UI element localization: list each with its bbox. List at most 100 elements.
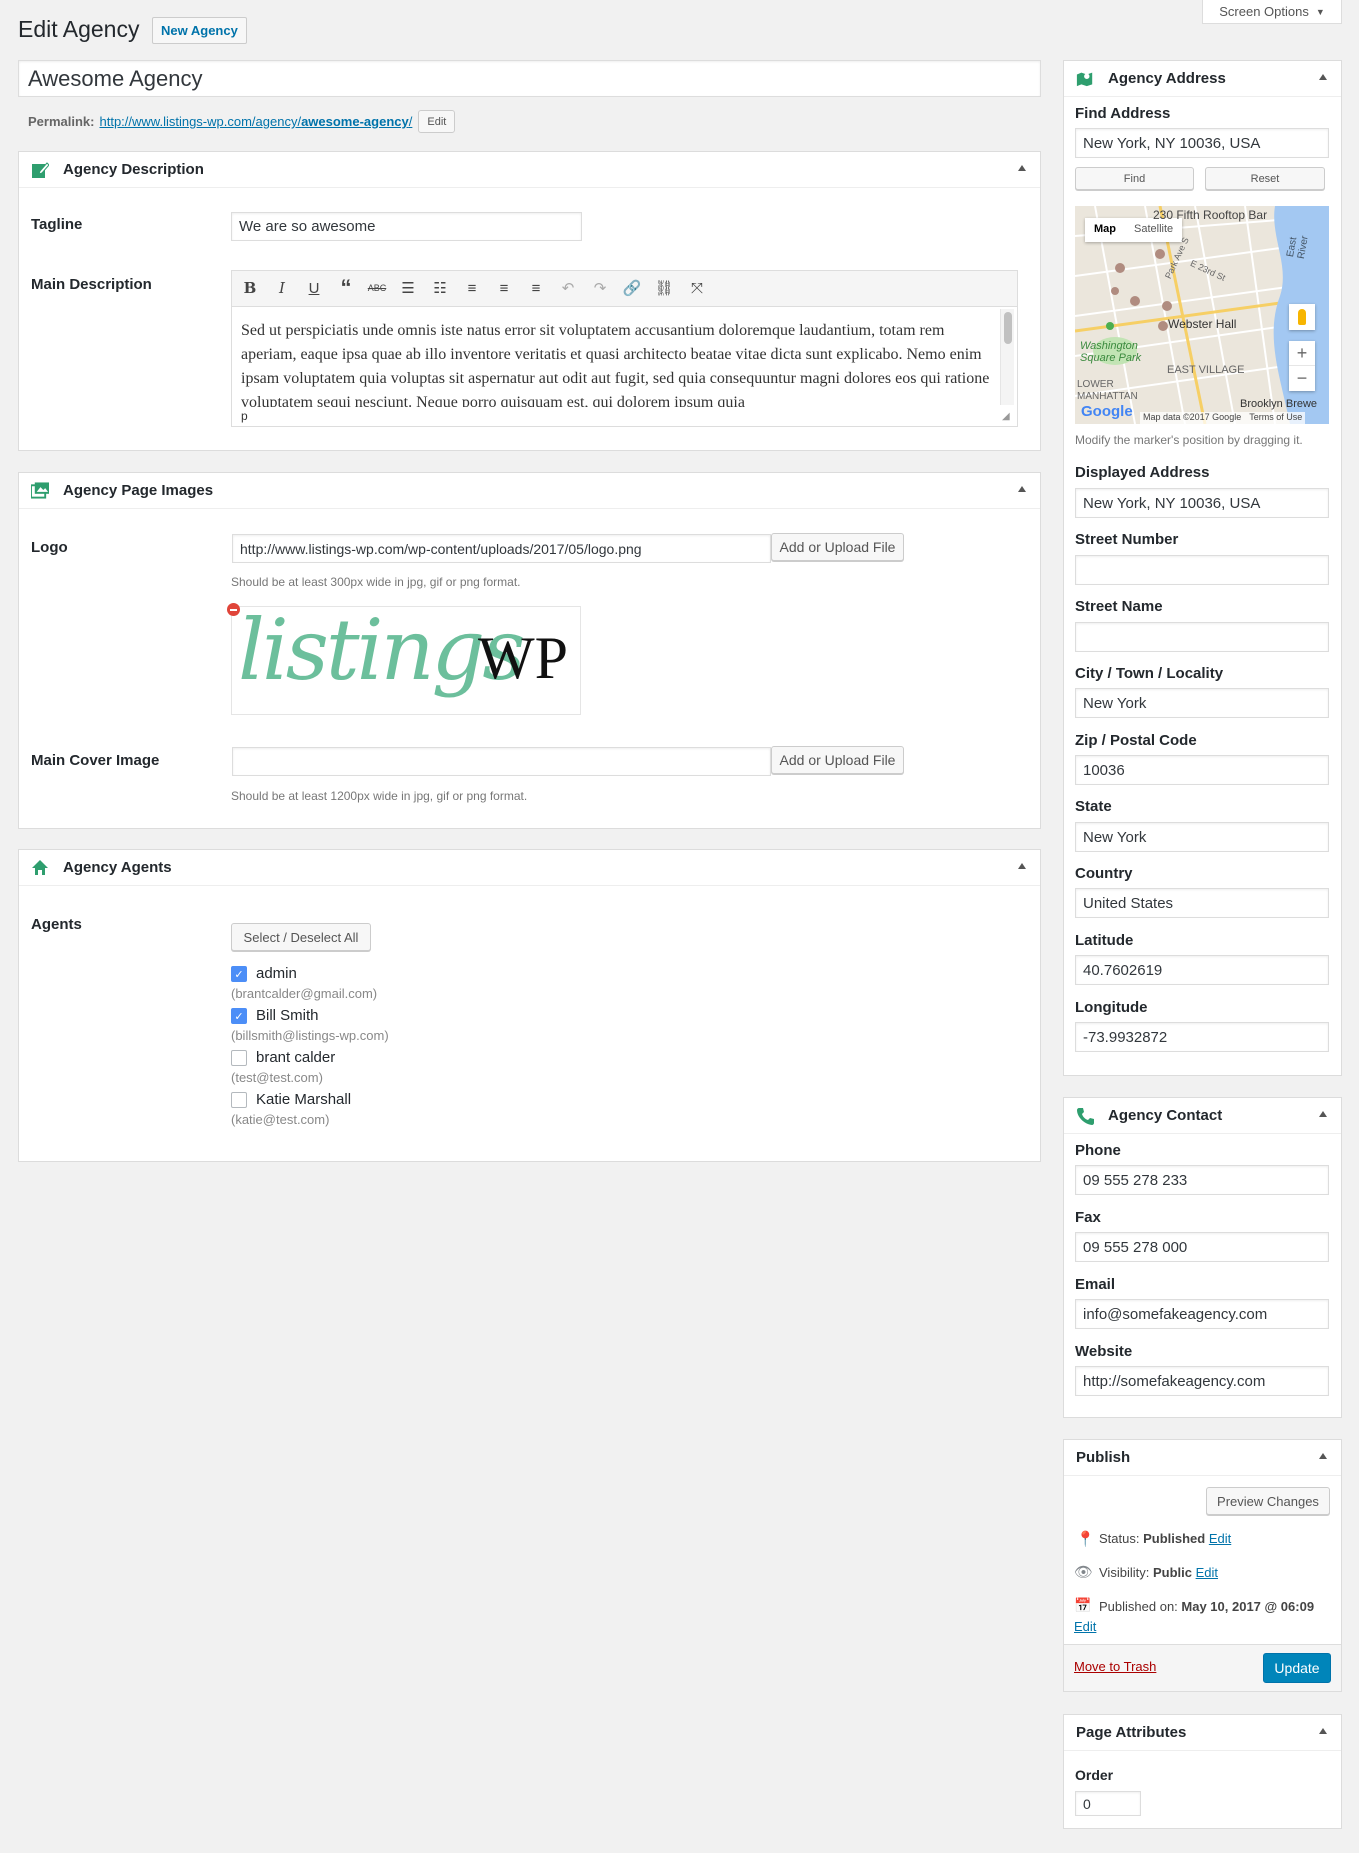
- location-map[interactable]: Map Satellite 230 Fifth Rooftop Bar Webs…: [1075, 206, 1329, 424]
- fullscreen-icon[interactable]: ⤧: [687, 279, 707, 297]
- tagline-input[interactable]: We are so awesome: [231, 212, 582, 241]
- status-label: Status:: [1099, 1531, 1140, 1546]
- bold-icon[interactable]: B: [240, 279, 260, 297]
- street-number-input[interactable]: [1075, 555, 1329, 585]
- select-deselect-all-button[interactable]: Select / Deselect All: [231, 923, 371, 951]
- undo-icon[interactable]: ↶: [558, 279, 578, 297]
- map-tab-map[interactable]: Map: [1085, 218, 1125, 242]
- logo-preview: listings WP: [231, 606, 581, 715]
- agent-email: (test@test.com): [231, 1070, 323, 1085]
- agency-description-header[interactable]: Agency Description: [19, 152, 1040, 188]
- remove-logo-icon[interactable]: [227, 603, 240, 616]
- collapse-toggle-icon[interactable]: [1319, 1111, 1327, 1117]
- reset-button[interactable]: Reset: [1205, 167, 1325, 190]
- published-edit-link[interactable]: Edit: [1074, 1619, 1096, 1634]
- agent-checkbox-brant-calder[interactable]: [231, 1050, 247, 1066]
- preview-changes-button[interactable]: Preview Changes: [1206, 1487, 1330, 1515]
- agent-name: admin: [256, 965, 297, 982]
- cover-upload-button[interactable]: Add or Upload File: [771, 746, 904, 774]
- collapse-toggle-icon[interactable]: [1319, 74, 1327, 80]
- state-input[interactable]: New York: [1075, 822, 1329, 852]
- map-terms-link[interactable]: Terms of Use: [1249, 412, 1302, 424]
- website-input[interactable]: http://somefakeagency.com: [1075, 1366, 1329, 1396]
- link-icon[interactable]: 🔗: [622, 279, 642, 297]
- logo-url-input[interactable]: http://www.listings-wp.com/wp-content/up…: [232, 534, 771, 563]
- post-title-input[interactable]: Awesome Agency: [18, 60, 1041, 97]
- new-agency-button[interactable]: New Agency: [152, 17, 247, 44]
- map-label: Webster Hall: [1168, 317, 1237, 331]
- state-label: State: [1075, 798, 1112, 815]
- map-label: 230 Fifth Rooftop Bar: [1153, 208, 1268, 222]
- page-attributes-header[interactable]: Page Attributes: [1064, 1715, 1341, 1751]
- website-label: Website: [1075, 1343, 1133, 1360]
- find-address-input[interactable]: New York, NY 10036, USA: [1075, 128, 1329, 158]
- agency-address-header[interactable]: Agency Address: [1064, 61, 1341, 97]
- permalink-edit-button[interactable]: Edit: [418, 110, 456, 133]
- blockquote-icon[interactable]: “: [336, 275, 356, 300]
- street-view-pegman-icon[interactable]: [1289, 304, 1315, 330]
- displayed-address-input[interactable]: New York, NY 10036, USA: [1075, 488, 1329, 518]
- align-right-icon[interactable]: ≡: [526, 279, 546, 297]
- collapse-toggle-icon[interactable]: [1319, 1453, 1327, 1459]
- find-button[interactable]: Find: [1075, 167, 1194, 190]
- zip-input[interactable]: 10036: [1075, 755, 1329, 785]
- align-center-icon[interactable]: ≡: [494, 279, 514, 297]
- resize-handle-icon[interactable]: ◢: [1002, 411, 1010, 422]
- agency-contact-title: Agency Contact: [1108, 1107, 1223, 1124]
- screen-options-button[interactable]: Screen Options ▼: [1202, 0, 1342, 24]
- zoom-in-icon[interactable]: +: [1289, 341, 1315, 366]
- bullet-list-icon[interactable]: ☰: [398, 279, 418, 297]
- permalink-link[interactable]: http://www.listings-wp.com/agency/awesom…: [99, 114, 412, 129]
- agency-agents-title: Agency Agents: [63, 859, 172, 876]
- align-left-icon[interactable]: ≡: [462, 279, 482, 297]
- underline-icon[interactable]: U: [304, 279, 324, 297]
- status-edit-link[interactable]: Edit: [1209, 1531, 1231, 1546]
- map-label: EAST VILLAGE: [1167, 364, 1245, 376]
- collapse-toggle-icon[interactable]: [1018, 486, 1026, 492]
- longitude-input[interactable]: -73.9932872: [1075, 1022, 1329, 1052]
- editor-content[interactable]: Sed ut perspiciatis unde omnis iste natu…: [241, 319, 995, 407]
- email-input[interactable]: info@somefakeagency.com: [1075, 1299, 1329, 1329]
- page-attributes-title: Page Attributes: [1076, 1724, 1187, 1741]
- logo-upload-button[interactable]: Add or Upload File: [771, 533, 904, 561]
- publish-box: Publish Preview Changes 📍 Status: Publis…: [1063, 1439, 1342, 1692]
- agency-contact-header[interactable]: Agency Contact: [1064, 1098, 1341, 1134]
- agency-agents-header[interactable]: Agency Agents: [19, 850, 1040, 886]
- move-to-trash-link[interactable]: Move to Trash: [1074, 1659, 1156, 1674]
- agency-description-title: Agency Description: [63, 161, 204, 178]
- order-input[interactable]: 0: [1075, 1791, 1141, 1816]
- agent-checkbox-admin[interactable]: ✓: [231, 966, 247, 982]
- unlink-icon[interactable]: ⛓: [654, 279, 674, 297]
- zoom-out-icon[interactable]: −: [1289, 366, 1315, 390]
- agency-page-images-header[interactable]: Agency Page Images: [19, 473, 1040, 509]
- redo-icon[interactable]: ↷: [590, 279, 610, 297]
- rich-text-editor[interactable]: B I U “ ABC ☰ ☷ ≡ ≡ ≡ ↶ ↷ 🔗 ⛓ ⤧ Sed ut p…: [231, 270, 1018, 427]
- collapse-toggle-icon[interactable]: [1319, 1728, 1327, 1734]
- collapse-toggle-icon[interactable]: [1018, 863, 1026, 869]
- agents-label: Agents: [31, 916, 82, 933]
- agent-email: (billsmith@listings-wp.com): [231, 1028, 389, 1043]
- email-label: Email: [1075, 1276, 1116, 1293]
- italic-icon[interactable]: I: [272, 279, 292, 297]
- city-input[interactable]: New York: [1075, 688, 1329, 718]
- agency-address-box: Agency Address Find Address New York, NY…: [1063, 60, 1342, 1076]
- strikethrough-icon[interactable]: ABC: [367, 279, 387, 297]
- fax-input[interactable]: 09 555 278 000: [1075, 1232, 1329, 1262]
- update-button[interactable]: Update: [1263, 1653, 1331, 1683]
- phone-input[interactable]: 09 555 278 233: [1075, 1165, 1329, 1195]
- tagline-label: Tagline: [31, 216, 83, 233]
- street-name-input[interactable]: [1075, 622, 1329, 652]
- latitude-input[interactable]: 40.7602619: [1075, 955, 1329, 985]
- visibility-edit-link[interactable]: Edit: [1196, 1565, 1218, 1580]
- agency-description-box: Agency Description Tagline We are so awe…: [18, 151, 1041, 451]
- cover-url-input[interactable]: [232, 747, 771, 776]
- visibility-row: Visibility: Public Edit: [1099, 1565, 1218, 1580]
- agent-checkbox-bill-smith[interactable]: ✓: [231, 1008, 247, 1024]
- agent-checkbox-katie-marshall[interactable]: [231, 1092, 247, 1108]
- editor-scrollbar[interactable]: [1000, 309, 1014, 405]
- map-label: LOWER MANHATTAN: [1077, 379, 1138, 402]
- numbered-list-icon[interactable]: ☷: [430, 279, 450, 297]
- collapse-toggle-icon[interactable]: [1018, 165, 1026, 171]
- publish-header[interactable]: Publish: [1064, 1440, 1341, 1476]
- country-input[interactable]: United States: [1075, 888, 1329, 918]
